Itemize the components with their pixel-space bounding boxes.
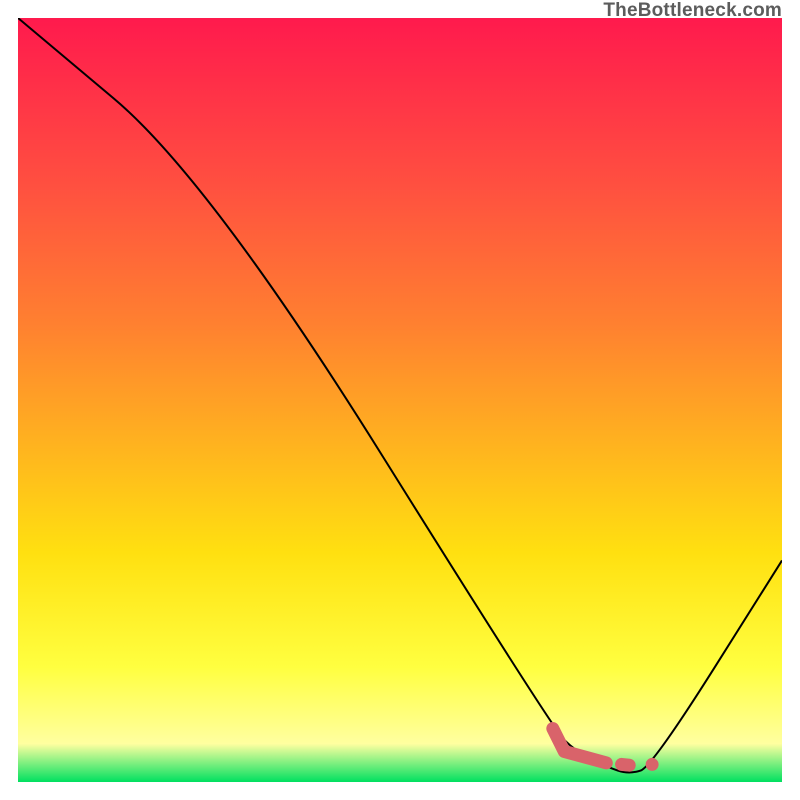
watermark-text: TheBottleneck.com bbox=[603, 0, 782, 22]
bottleneck-chart: TheBottleneck.com bbox=[0, 0, 800, 800]
gradient-background bbox=[18, 18, 782, 782]
